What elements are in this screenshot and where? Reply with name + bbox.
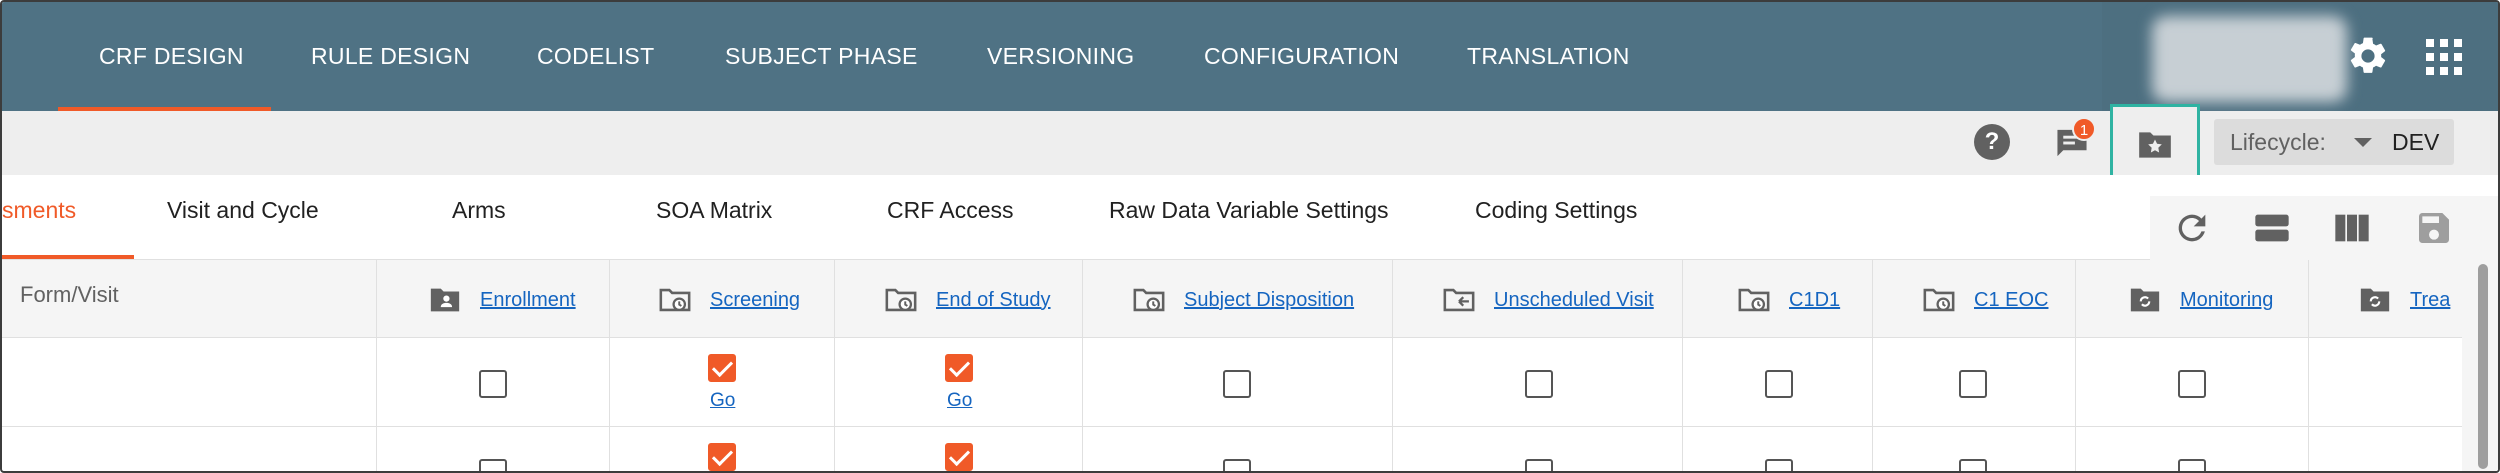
clock-folder-icon [885,288,917,312]
visit-checkbox[interactable] [2178,370,2206,398]
form-visit-header: Form/Visit [20,282,119,307]
notification-badge: 1 [2072,117,2096,141]
lifecycle-select[interactable]: Lifecycle: DEV [2214,119,2454,165]
visit-checkbox[interactable] [1525,459,1553,471]
column-divider [1392,260,1393,471]
column-divider [1082,260,1083,471]
visit-header[interactable]: Monitoring [2128,282,2273,318]
visit-checkbox-checked[interactable] [708,354,736,382]
visit-checkbox-checked[interactable] [708,443,736,471]
subtab-visit-and-cycle[interactable]: Visit and Cycle [167,197,319,224]
chevron-down-icon[interactable] [2354,138,2372,147]
save-icon[interactable] [2414,208,2454,248]
visit-checkbox-checked[interactable] [945,354,973,382]
column-divider [1872,260,1873,471]
visit-checkbox[interactable] [1223,370,1251,398]
visit-header[interactable]: End of Study [884,282,1051,318]
visit-checkbox-checked[interactable] [945,443,973,471]
tab-codelist[interactable]: CODELIST [537,2,654,111]
visit-label[interactable]: C1D1 [1789,289,1840,312]
row-divider [2,426,2462,427]
help-icon[interactable]: ? [1974,124,2010,160]
person-folder-icon [430,288,460,312]
subtab-assessments[interactable]: sments [2,197,76,224]
clock-folder-icon [1738,288,1770,312]
visit-checkbox[interactable] [479,370,507,398]
clock-folder-icon [1923,288,1955,312]
user-profile-blurred[interactable] [2152,16,2347,102]
top-navigation: CRF DESIGN RULE DESIGN CODELIST SUBJECT … [2,2,2498,111]
app-window: CRF DESIGN RULE DESIGN CODELIST SUBJECT … [0,0,2500,473]
row-view-icon[interactable] [2252,208,2292,248]
visit-checkbox[interactable] [1959,459,1987,471]
tab-subject-phase[interactable]: SUBJECT PHASE [725,2,918,111]
subtab-coding-settings[interactable]: Coding Settings [1475,197,1637,224]
cycle-folder-icon [2360,288,2390,312]
visit-checkbox[interactable] [1959,370,1987,398]
visit-checkbox[interactable] [2178,459,2206,471]
clock-folder-icon [659,288,691,312]
visit-header[interactable]: Enrollment [428,282,576,318]
clock-folder-icon [1133,288,1165,312]
refresh-icon[interactable] [2172,208,2212,248]
visit-label[interactable]: End of Study [936,289,1051,312]
visit-label[interactable]: C1 EOC [1974,289,2048,312]
go-link[interactable]: Go [710,390,735,412]
sub-tabs: sments Visit and Cycle Arms SOA Matrix C… [2,175,2498,260]
visit-header[interactable]: Subject Disposition [1132,282,1354,318]
arrow-folder-icon [1443,288,1475,312]
tab-rule-design[interactable]: RULE DESIGN [311,2,470,111]
lifecycle-label: Lifecycle: [2230,129,2326,155]
column-divider [834,260,835,471]
lifecycle-value: DEV [2392,129,2440,155]
tab-crf-design[interactable]: CRF DESIGN [99,2,244,111]
visit-label[interactable]: Screening [710,289,800,312]
column-divider [609,260,610,471]
cycle-folder-icon [2130,288,2160,312]
visit-header[interactable]: Unscheduled Visit [1442,282,1654,318]
visit-checkbox[interactable] [1765,370,1793,398]
visit-checkbox[interactable] [479,459,507,471]
visit-checkbox[interactable] [1525,370,1553,398]
star-folder-icon[interactable] [2136,129,2174,161]
subtab-raw-data-variable-settings[interactable]: Raw Data Variable Settings [1109,197,1389,224]
visit-label[interactable]: Unscheduled Visit [1494,289,1654,312]
subtab-arms[interactable]: Arms [452,197,506,224]
visit-header[interactable]: Trea [2358,282,2450,318]
column-view-icon[interactable] [2332,208,2372,248]
tab-translation[interactable]: TRANSLATION [1467,2,1630,111]
column-divider [2075,260,2076,471]
visit-label[interactable]: Monitoring [2180,289,2273,312]
visit-checkbox[interactable] [1765,459,1793,471]
visit-header[interactable]: C1 EOC [1922,282,2048,318]
visit-label[interactable]: Subject Disposition [1184,289,1354,312]
apps-grid-icon[interactable] [2426,39,2462,75]
tab-configuration[interactable]: CONFIGURATION [1204,2,1399,111]
column-divider [1682,260,1683,471]
go-link[interactable]: Go [947,390,972,412]
subtab-soa-matrix[interactable]: SOA Matrix [656,197,772,224]
visit-label[interactable]: Trea [2410,289,2450,312]
column-divider [2308,260,2309,471]
column-divider [376,260,377,471]
table-header: Form/Visit Enrollment Screening End of S… [2,260,2462,338]
visit-header[interactable]: Screening [658,282,800,318]
toolbar: ? 1 Lifecycle: DEV [2,104,2498,184]
gear-icon[interactable] [2346,34,2390,78]
visit-checkbox[interactable] [1223,459,1251,471]
visit-label[interactable]: Enrollment [480,289,576,312]
tab-versioning[interactable]: VERSIONING [987,2,1134,111]
vertical-scrollbar-thumb[interactable] [2478,264,2488,469]
subtab-crf-access[interactable]: CRF Access [887,197,1014,224]
visit-header[interactable]: C1D1 [1737,282,1840,318]
table-tools [2150,196,2498,262]
